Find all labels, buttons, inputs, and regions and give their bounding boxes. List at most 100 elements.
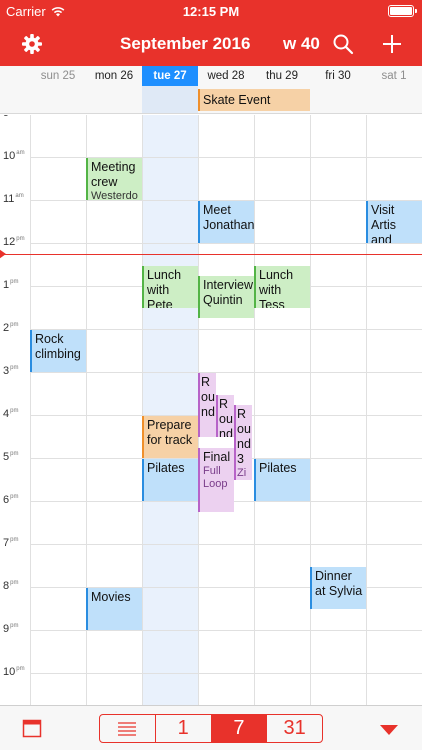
event-title: Round	[201, 375, 215, 419]
bottom-toolbar: 1 7 31	[0, 705, 422, 750]
calendar-event[interactable]: Lunch with Pete	[142, 265, 198, 308]
day-header-6[interactable]: sat 1	[366, 66, 422, 86]
segment-7[interactable]: 7	[211, 715, 268, 742]
nav-title[interactable]: September 2016	[120, 34, 250, 54]
hour-suffix: pm	[10, 451, 19, 458]
hour-label: 11am	[3, 193, 29, 205]
today-column-highlight	[142, 115, 198, 705]
calendar-event[interactable]: Final Full Loop	[198, 448, 234, 512]
event-title: Round	[219, 396, 233, 437]
hour-suffix: pm	[10, 537, 19, 544]
hour-label: 9pm	[3, 623, 29, 635]
hour-suffix: pm	[10, 580, 19, 587]
day-header-5[interactable]: fri 30	[310, 66, 366, 86]
hour-number: 5	[3, 451, 10, 463]
segment-list[interactable]	[100, 715, 156, 742]
more-button[interactable]	[380, 723, 398, 741]
calendar-event[interactable]: Lunch with Tess	[254, 265, 310, 308]
list-icon	[118, 721, 137, 736]
event-title: Movies	[91, 590, 131, 604]
day-header-2[interactable]: tue 27	[142, 66, 198, 86]
hour-number: 3	[3, 365, 10, 377]
hour-number: 10	[3, 666, 16, 678]
hour-suffix: pm	[10, 623, 19, 630]
calendar-event[interactable]: Meet Jonathan	[198, 201, 254, 243]
hour-number: 12	[3, 236, 16, 248]
segment-31[interactable]: 31	[267, 715, 322, 742]
plus-icon	[383, 35, 401, 53]
hour-number: 6	[3, 494, 10, 506]
event-title: Rock climbing	[35, 332, 81, 361]
hour-label: 10am	[3, 150, 29, 162]
hour-line	[30, 243, 422, 244]
calendar-icon	[22, 719, 42, 738]
event-title: Visit Artis and micropol	[371, 203, 396, 243]
column-divider	[310, 115, 311, 705]
status-bar: Carrier 12:15 PM	[0, 0, 422, 22]
search-icon	[333, 34, 354, 55]
event-location: Westerdo	[91, 190, 138, 200]
event-title: Dinner at Sylvia	[315, 568, 363, 598]
battery-icon	[388, 5, 417, 17]
hour-suffix: am	[16, 150, 25, 157]
hour-number: 9	[3, 115, 9, 119]
calendar-event[interactable]: Dinner at Sylvia	[310, 566, 366, 609]
today-button[interactable]	[22, 718, 42, 743]
hour-suffix: pm	[16, 666, 25, 673]
hour-label: 5pm	[3, 451, 29, 463]
all-day-event[interactable]: Skate Event	[198, 89, 310, 111]
hour-number: 2	[3, 322, 10, 334]
day-header-1[interactable]: mon 26	[86, 66, 142, 86]
hour-suffix: pm	[10, 408, 19, 415]
event-title: Meeting crew	[91, 160, 136, 189]
calendar-event[interactable]: Interview Quintin	[198, 276, 254, 319]
hour-label: 10pm	[3, 666, 29, 678]
hour-number: 10	[3, 150, 16, 162]
calendar-event[interactable]: Prepare for track	[142, 416, 198, 458]
day-header-3[interactable]: wed 28	[198, 66, 254, 86]
event-title: Lunch with Pete	[147, 267, 182, 308]
day-header-4[interactable]: thu 29	[254, 66, 310, 86]
hour-label: 1pm	[3, 279, 29, 291]
calendar-event[interactable]: Movies	[86, 588, 142, 630]
view-mode-segmented-control[interactable]: 1 7 31	[99, 714, 323, 743]
day-header-0[interactable]: sun 25	[30, 66, 86, 86]
hour-suffix: pm	[10, 279, 19, 286]
nav-bar: September 2016 w 40	[0, 22, 422, 66]
column-divider	[142, 115, 143, 705]
today-all-day-cell	[142, 86, 198, 113]
hour-number: 9	[3, 623, 10, 635]
day-header: sun 25 mon 26 tue 27 wed 28 thu 29 fri 30 sat …	[0, 66, 422, 86]
column-divider	[30, 115, 31, 705]
hour-number: 4	[3, 408, 10, 420]
hour-suffix: pm	[10, 322, 19, 329]
event-title: Pilates	[147, 461, 185, 475]
current-time-marker	[0, 248, 6, 259]
calendar-event[interactable]: Pilates	[142, 459, 198, 501]
calendar-event[interactable]: Round	[216, 394, 234, 437]
hour-line	[30, 372, 422, 373]
calendar-event[interactable]: Rock climbing	[30, 330, 86, 372]
calendar-event[interactable]: Round	[198, 373, 216, 437]
hour-number: 1	[3, 279, 10, 291]
hour-label: 7pm	[3, 537, 29, 549]
hour-label: 8pm	[3, 580, 29, 592]
hour-label: 2pm	[3, 322, 29, 334]
hour-suffix: pm	[10, 494, 19, 501]
status-time: 12:15 PM	[182, 4, 240, 19]
week-grid[interactable]: 910am11am12pm1pm2pm3pm4pm5pm6pm7pm8pm9pm…	[0, 115, 422, 705]
hour-number: 11	[3, 193, 15, 205]
event-title: Interview Quintin	[203, 278, 254, 308]
settings-button[interactable]	[18, 30, 46, 58]
search-button[interactable]	[329, 30, 357, 58]
event-title: Meet Jonathan	[203, 203, 254, 232]
hour-number: 8	[3, 580, 10, 592]
calendar-event[interactable]: Round 3 Zi	[234, 405, 252, 480]
column-divider	[254, 115, 255, 705]
segment-1[interactable]: 1	[156, 715, 212, 742]
event-title: Round 3	[237, 407, 251, 467]
calendar-event[interactable]: Visit Artis and micropol	[366, 201, 422, 243]
calendar-event[interactable]: Meeting crew Westerdo	[86, 158, 142, 200]
add-event-button[interactable]	[378, 30, 406, 58]
calendar-event[interactable]: Pilates	[254, 459, 310, 501]
